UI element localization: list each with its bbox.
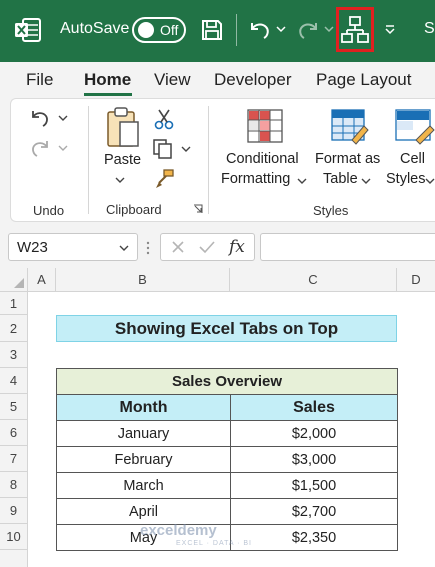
chevron-down-icon[interactable] [181,144,191,154]
insert-function-icon[interactable]: fx [229,237,245,257]
sheet-title-cell[interactable]: Showing Excel Tabs on Top [56,315,397,342]
column-header-b[interactable]: B [56,268,230,292]
chevron-down-icon[interactable] [115,175,125,185]
row-header-11[interactable] [0,550,28,567]
ribbon-undo-icon[interactable] [28,108,52,130]
format-as-table-icon[interactable] [330,108,370,148]
chevron-down-icon[interactable] [361,176,371,186]
column-header-a[interactable]: A [28,268,56,292]
toggle-state-label: Off [160,22,179,38]
title-text: S [424,20,435,37]
name-box[interactable]: W23 [8,233,138,261]
undo-group-label: Undo [33,203,65,218]
table-row: March $1,500 [56,472,398,499]
chevron-down-icon[interactable] [324,24,334,34]
title-bar: AutoSave Off S [0,0,435,62]
chevron-down-icon[interactable] [276,24,286,34]
ribbon-tabs: File Home View Developer Page Layout [0,62,435,98]
row-header-3[interactable]: 3 [0,342,28,368]
tab-file[interactable]: File [26,70,53,90]
styles-group-label: Styles [313,203,349,218]
conditional-formatting-label[interactable]: Conditional [226,151,299,167]
ribbon-separator [208,106,209,214]
conditional-formatting-icon[interactable] [246,108,284,148]
table-row: April $2,700 [56,498,398,525]
sales-cell[interactable]: $2,000 [230,420,398,447]
hierarchy-icon [341,16,369,43]
cancel-icon[interactable] [171,240,185,254]
select-all-corner[interactable] [0,268,28,292]
formula-buttons: fx [160,233,255,261]
month-cell[interactable]: February [56,446,231,473]
sales-cell[interactable]: $3,000 [230,446,398,473]
row-header-10[interactable]: 10 [0,524,28,550]
qat-separator [236,14,237,46]
sales-cell[interactable]: $2,350 [230,524,398,551]
chevron-down-icon[interactable] [58,113,68,123]
format-painter-icon[interactable] [154,168,176,190]
header-month-cell[interactable]: Month [56,394,231,421]
watermark-tagline: EXCEL · DATA · BI [176,540,252,547]
row-header-7[interactable]: 7 [0,446,28,472]
save-icon[interactable] [200,18,224,42]
cut-icon[interactable] [154,108,174,130]
chevron-down-icon[interactable] [297,176,307,186]
chevron-down-icon[interactable] [58,143,68,153]
header-sales-cell[interactable]: Sales [230,394,398,421]
paste-label[interactable]: Paste [104,152,141,168]
row-header-9[interactable]: 9 [0,498,28,524]
active-tab-indicator [84,93,132,96]
dialog-launcher-icon[interactable] [193,204,203,214]
sales-cell[interactable]: $1,500 [230,472,398,499]
hierarchy-button[interactable] [336,7,374,52]
name-box-value: W23 [17,239,48,256]
clipboard-group-label: Clipboard [106,202,162,217]
tab-view[interactable]: View [154,70,191,90]
sales-table: Sales Overview Month Sales January $2,00… [56,368,398,551]
undo-icon[interactable] [248,18,272,42]
ribbon-redo-icon[interactable] [28,138,52,160]
toggle-knob [138,22,154,38]
row-header-4[interactable]: 4 [0,368,28,394]
watermark-logo: exceldemy [140,522,217,539]
column-header-d[interactable]: D [397,268,435,292]
resize-handle-icon[interactable] [146,240,150,256]
redo-icon[interactable] [296,18,320,42]
cell-styles-label[interactable]: Cell [400,151,425,167]
tab-home[interactable]: Home [84,70,131,90]
table-row: February $3,000 [56,446,398,473]
conditional-formatting-label-2[interactable]: Formatting [221,171,290,187]
tab-developer[interactable]: Developer [214,70,292,90]
cell-styles-icon[interactable] [394,108,435,148]
cell-styles-label-2[interactable]: Styles [386,171,426,187]
format-as-table-label[interactable]: Format as [315,151,380,167]
column-header-c[interactable]: C [230,268,397,292]
paste-icon[interactable] [104,106,142,150]
chevron-down-icon[interactable] [119,243,129,253]
month-cell[interactable]: March [56,472,231,499]
select-all-icon [14,278,24,288]
enter-check-icon[interactable] [199,240,215,254]
row-header-2[interactable]: 2 [0,315,28,342]
sales-cell[interactable]: $2,700 [230,498,398,525]
customize-qat-icon[interactable] [384,24,396,36]
table-caption-cell[interactable]: Sales Overview [56,368,398,395]
autosave-label: AutoSave [60,20,130,37]
autosave-toggle[interactable]: Off [132,17,186,43]
formula-input[interactable] [260,233,435,261]
table-row: January $2,000 [56,420,398,447]
month-cell[interactable]: January [56,420,231,447]
format-as-table-label-2[interactable]: Table [323,171,358,187]
chevron-down-icon[interactable] [425,176,435,186]
excel-logo-icon[interactable] [14,16,42,44]
row-header-6[interactable]: 6 [0,420,28,446]
ribbon-separator [88,106,89,214]
row-header-1[interactable]: 1 [0,292,28,315]
row-header-5[interactable]: 5 [0,394,28,420]
row-header-8[interactable]: 8 [0,472,28,498]
copy-icon[interactable] [152,138,174,160]
month-cell[interactable]: April [56,498,231,525]
tab-page-layout[interactable]: Page Layout [316,70,411,90]
